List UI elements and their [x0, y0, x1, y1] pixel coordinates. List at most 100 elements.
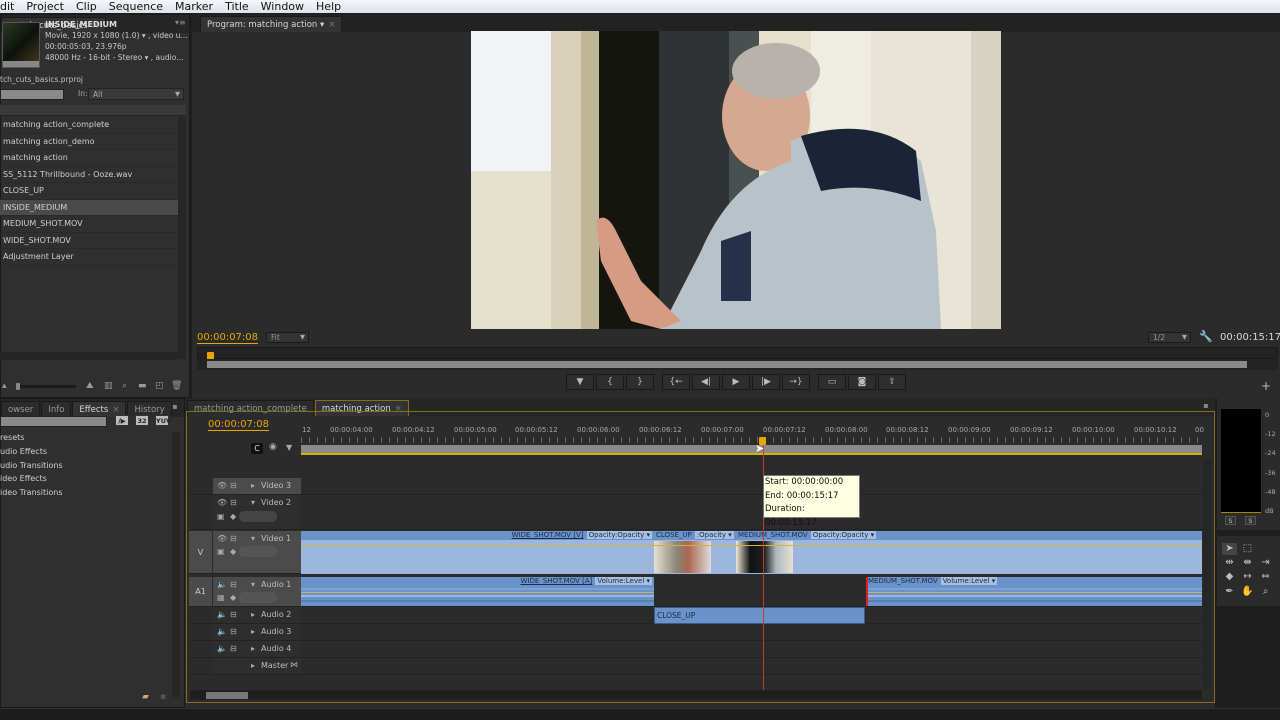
panel-menu-icon[interactable]: ▪ [1201, 401, 1211, 411]
mark-out-button[interactable]: } [626, 374, 654, 390]
source-target-v[interactable]: V [189, 531, 212, 574]
set-encore-marker-icon[interactable]: ◉ [269, 442, 277, 452]
display-style-icon[interactable]: ▣ [217, 547, 225, 556]
track-lane-video2[interactable] [301, 495, 1202, 530]
speaker-icon[interactable]: 🔈 [217, 644, 227, 653]
yuv-effects-button[interactable]: YUV [155, 415, 171, 426]
pen-tool-icon[interactable]: ✒ [1222, 586, 1237, 598]
menu-sequence[interactable]: Sequence [103, 0, 169, 13]
expand-arrow-icon[interactable]: ▸ [251, 627, 255, 636]
playback-resolution-dropdown[interactable]: 1/2 ▼ [1148, 332, 1191, 343]
close-icon[interactable]: × [328, 20, 335, 30]
ripple-edit-tool-icon[interactable]: ⇹ [1222, 557, 1237, 569]
safe-margins-button[interactable]: ▭ [818, 374, 846, 390]
track-header-video3[interactable]: 👁 ⊟ ▸ Video 3 [213, 478, 301, 495]
track-lane-video3[interactable] [301, 478, 1202, 495]
source-target-a1[interactable]: A1 [189, 577, 212, 607]
project-vertical-scrollbar[interactable] [178, 117, 186, 359]
expand-arrow-icon[interactable]: ▸ [251, 644, 255, 653]
clip-effect-dropdown[interactable]: Opacity:Opacity ▾ [586, 531, 652, 539]
snap-icon[interactable]: C [251, 443, 263, 454]
timeline-current-timecode[interactable]: 00:00:07:08 [208, 419, 270, 431]
go-to-in-button[interactable]: {← [662, 374, 690, 390]
slip-tool-icon[interactable]: ↔ [1240, 571, 1255, 583]
track-header-video2[interactable]: 👁 ⊟ ▾ Video 2 ▣ ◆ [213, 495, 301, 530]
play-button[interactable]: ▶ [722, 374, 750, 390]
effects-folder-audio-transitions[interactable]: udio Transitions [0, 459, 172, 473]
razor-tool-icon[interactable]: ◆ [1222, 571, 1237, 583]
opacity-rubberband[interactable] [736, 545, 1202, 546]
track-header-audio2[interactable]: 🔈 ⊟ ▸ Audio 2 [213, 607, 301, 624]
work-area-bar[interactable] [301, 445, 1202, 455]
list-item[interactable]: Adjustment Layer [0, 249, 178, 266]
step-back-button[interactable]: ◀| [692, 374, 720, 390]
audio-clip-wide-shot[interactable]: WIDE_SHOT.MOV [A] Volume:Level ▾ [301, 577, 654, 606]
program-video-frame[interactable] [471, 31, 1001, 329]
zoom-level-dropdown[interactable]: Fit ▼ [266, 332, 309, 343]
effects-search-input[interactable] [0, 416, 107, 427]
keyframe-navigator[interactable] [239, 546, 277, 557]
list-item[interactable]: CLOSE_UP [0, 183, 178, 200]
menu-window[interactable]: Window [255, 0, 310, 13]
panel-menu-icon[interactable]: ▪ [170, 402, 180, 412]
keyframe-icon[interactable]: ◆ [230, 512, 236, 521]
rate-stretch-tool-icon[interactable]: ⇥ [1258, 557, 1273, 569]
keyframe-icon[interactable]: ◆ [230, 593, 236, 602]
scrollbar-thumb[interactable] [207, 361, 1247, 368]
timeline-vertical-scrollbar[interactable] [1203, 460, 1211, 690]
zoom-slider[interactable] [16, 383, 76, 390]
sync-lock-icon[interactable]: ⊟ [230, 644, 237, 653]
delete-icon[interactable]: ▪ [160, 692, 166, 702]
effects-folder-video-transitions[interactable]: ideo Transitions [0, 486, 172, 500]
program-current-timecode[interactable]: 00:00:07:08 [197, 332, 259, 344]
slide-tool-icon[interactable]: ⇔ [1258, 571, 1273, 583]
target-cell-audio4[interactable] [189, 641, 212, 658]
solo-left-button[interactable]: S [1225, 516, 1236, 525]
clip-effect-dropdown[interactable]: :Opacity ▾ [694, 531, 734, 539]
list-item[interactable]: WIDE_SHOT.MOV [0, 233, 178, 249]
waveform-display-icon[interactable]: ▦ [217, 593, 225, 602]
collapse-arrow-icon[interactable]: ▾ [251, 498, 255, 507]
project-list-header[interactable] [0, 105, 186, 116]
go-to-out-button[interactable]: →} [782, 374, 810, 390]
selection-tool-icon[interactable]: ➤ [1222, 543, 1237, 555]
tab-program[interactable]: Program: matching action ▾ × [200, 16, 343, 32]
sync-lock-icon[interactable]: ⊟ [230, 481, 237, 490]
find-icon[interactable]: ⌕ [122, 381, 127, 391]
volume-rubberband[interactable] [301, 592, 654, 593]
sync-lock-icon[interactable]: ⊟ [230, 534, 237, 543]
program-time-ruler[interactable] [197, 347, 1278, 359]
expand-arrow-icon[interactable]: ▸ [251, 610, 255, 619]
keyframe-navigator[interactable] [239, 511, 277, 522]
audio-clip-close-up[interactable]: CLOSE_UP [654, 607, 865, 624]
target-cell-audio3[interactable] [189, 624, 212, 641]
list-item-selected[interactable]: INSIDE_MEDIUM [0, 199, 178, 216]
32-bit-effects-button[interactable]: 32 [135, 415, 149, 426]
mark-in-button[interactable]: { [596, 374, 624, 390]
target-cell-audio2[interactable] [189, 607, 212, 624]
new-item-icon[interactable]: ◰ [155, 381, 164, 391]
speaker-icon[interactable]: 🔈 [217, 610, 227, 619]
sync-lock-icon[interactable]: ⊟ [230, 627, 237, 636]
track-header-audio1[interactable]: 🔈 ⊟ ▾ Audio 1 ▦ ◆ [213, 577, 301, 607]
list-item[interactable]: matching action_demo [0, 134, 178, 150]
target-cell-video3[interactable] [189, 478, 212, 495]
add-marker-button[interactable]: ▼ [566, 374, 594, 390]
track-lane-master[interactable] [301, 658, 1202, 675]
project-search-input[interactable] [0, 89, 64, 100]
video-clip-medium-shot[interactable]: MEDIUM_SHOT.MOV Opacity:Opacity ▾ [736, 531, 1202, 574]
track-select-tool-icon[interactable]: ⬚ [1240, 543, 1255, 555]
effects-vertical-scrollbar[interactable] [172, 432, 180, 697]
accelerated-effects-button[interactable]: ∕▶ [115, 415, 129, 426]
volume-rubberband[interactable] [868, 592, 1202, 593]
speaker-icon[interactable]: 🔈 [217, 580, 227, 589]
audio-clip-medium-shot[interactable]: MEDIUM_SHOT.MOV Volume:Level ▾ [866, 577, 1202, 606]
eye-icon[interactable]: 👁 [217, 498, 227, 507]
new-bin-icon[interactable]: ▬ [138, 381, 147, 391]
hand-tool-icon[interactable]: ✋ [1240, 586, 1255, 598]
opacity-rubberband[interactable] [654, 545, 736, 546]
clip-effect-dropdown[interactable]: Opacity:Opacity ▾ [810, 531, 877, 539]
clip-effect-dropdown[interactable]: Volume:Level ▾ [940, 577, 998, 585]
trash-icon[interactable]: 🗑 [171, 381, 182, 391]
eye-icon[interactable]: 👁 [217, 481, 227, 490]
